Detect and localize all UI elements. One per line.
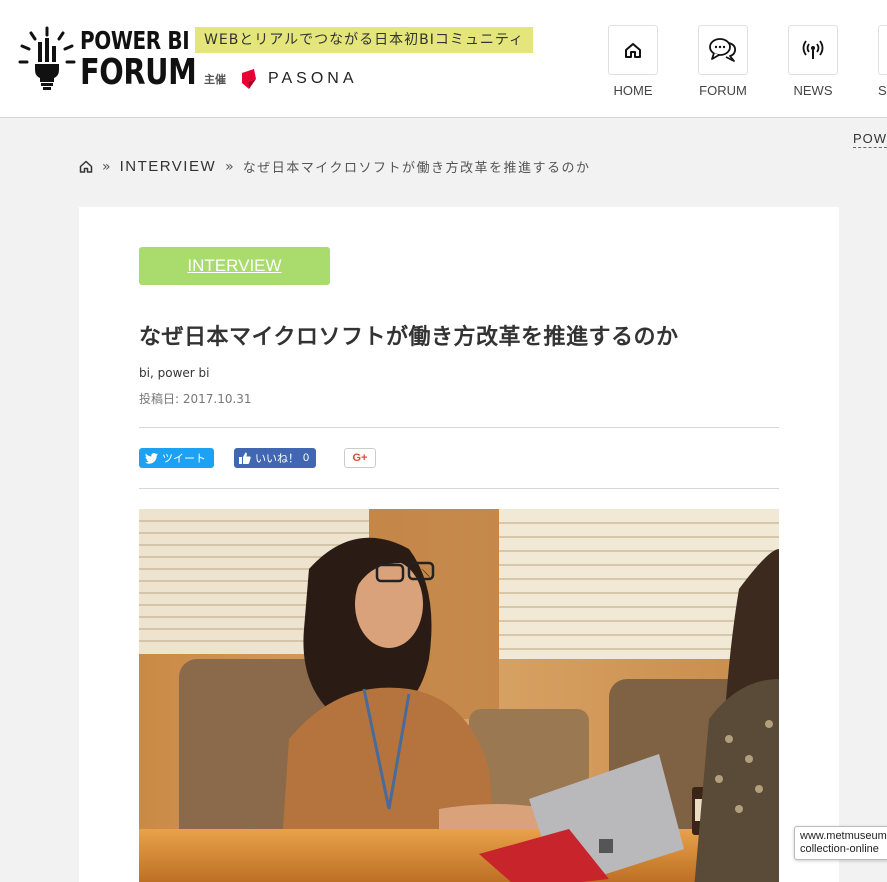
host-sponsor: 主催 PASONA: [204, 68, 358, 90]
nav-forum-box[interactable]: [698, 25, 748, 75]
thumbs-up-icon: [239, 452, 251, 464]
article-tags: bi, power bi: [139, 366, 209, 380]
lightbulb-logo-icon: [18, 26, 76, 90]
nav-news[interactable]: NEWS: [788, 25, 878, 98]
like-count: 0: [303, 452, 310, 464]
nav-news-label[interactable]: NEWS: [788, 83, 838, 98]
category-badge[interactable]: INTERVIEW: [139, 247, 330, 285]
tag-separator: ,: [149, 366, 154, 380]
breadcrumb-category-link[interactable]: INTERVIEW: [120, 158, 217, 175]
article-card: INTERVIEW なぜ日本マイクロソフトが働き方改革を推進するのか bi, p…: [79, 207, 839, 882]
article-hero-image: [139, 509, 779, 882]
nav-forum-label[interactable]: FORUM: [698, 83, 748, 98]
google-plus-button[interactable]: G+: [344, 448, 376, 468]
main-nav: HOME FORUM NEWS S: [608, 25, 887, 98]
tweet-label: ツイート: [162, 453, 206, 465]
site-tagline: WEBとリアルでつながる日本初BIコミュニティ: [195, 27, 534, 53]
nav-news-box[interactable]: [788, 25, 838, 75]
divider-bottom: [139, 488, 779, 489]
category-link[interactable]: INTERVIEW: [187, 256, 281, 276]
like-label: いいね！: [255, 453, 299, 465]
breadcrumb-separator: »: [102, 158, 111, 175]
twitter-bird-icon: [145, 452, 158, 464]
chat-bubbles-icon: [709, 38, 737, 62]
url-tooltip-line-2: collection-online: [800, 843, 879, 855]
nav-special-label[interactable]: SPECI: [878, 83, 887, 98]
tweet-button[interactable]: ツイート: [139, 448, 214, 468]
host-name[interactable]: PASONA: [268, 70, 358, 88]
pasona-logo-icon: [242, 69, 256, 89]
site-header: POWER BI FORUM WEBとリアルでつながる日本初BIコミュニティ 主…: [0, 0, 887, 118]
divider-top: [139, 427, 779, 428]
tag-link[interactable]: bi: [139, 366, 150, 380]
breadcrumb: » INTERVIEW » なぜ日本マイクロソフトが働き方改革を推進するのか: [79, 157, 590, 176]
tag-link[interactable]: power bi: [158, 366, 210, 380]
side-link-power-bi[interactable]: POW: [852, 131, 887, 148]
nav-special[interactable]: SPECI: [878, 25, 887, 98]
nav-home-box[interactable]: [608, 25, 658, 75]
article-title: なぜ日本マイクロソフトが働き方改革を推進するのか: [139, 325, 679, 350]
logo-line-2: FORUM: [80, 52, 197, 93]
site-logo[interactable]: POWER BI FORUM: [18, 26, 197, 91]
nav-special-box[interactable]: [878, 25, 887, 75]
post-date: 投稿日: 2017.10.31: [139, 392, 252, 406]
breadcrumb-current-page: なぜ日本マイクロソフトが働き方改革を推進するのか: [242, 161, 591, 176]
breadcrumb-separator: »: [225, 158, 234, 175]
interview-photo-image: [139, 509, 779, 882]
nav-forum[interactable]: FORUM: [698, 25, 788, 98]
url-status-tooltip: www.metmuseum collection-online: [794, 826, 887, 860]
nav-home-label[interactable]: HOME: [608, 83, 658, 98]
nav-home[interactable]: HOME: [608, 25, 698, 98]
logo-line-1: POWER BI: [80, 26, 190, 55]
facebook-like-button[interactable]: いいね！ 0: [234, 448, 316, 468]
host-label: 主催: [204, 73, 226, 86]
home-icon: [625, 43, 641, 58]
home-icon[interactable]: [79, 160, 93, 173]
broadcast-icon: [802, 40, 824, 59]
url-tooltip-line-1: www.metmuseum: [800, 830, 887, 842]
